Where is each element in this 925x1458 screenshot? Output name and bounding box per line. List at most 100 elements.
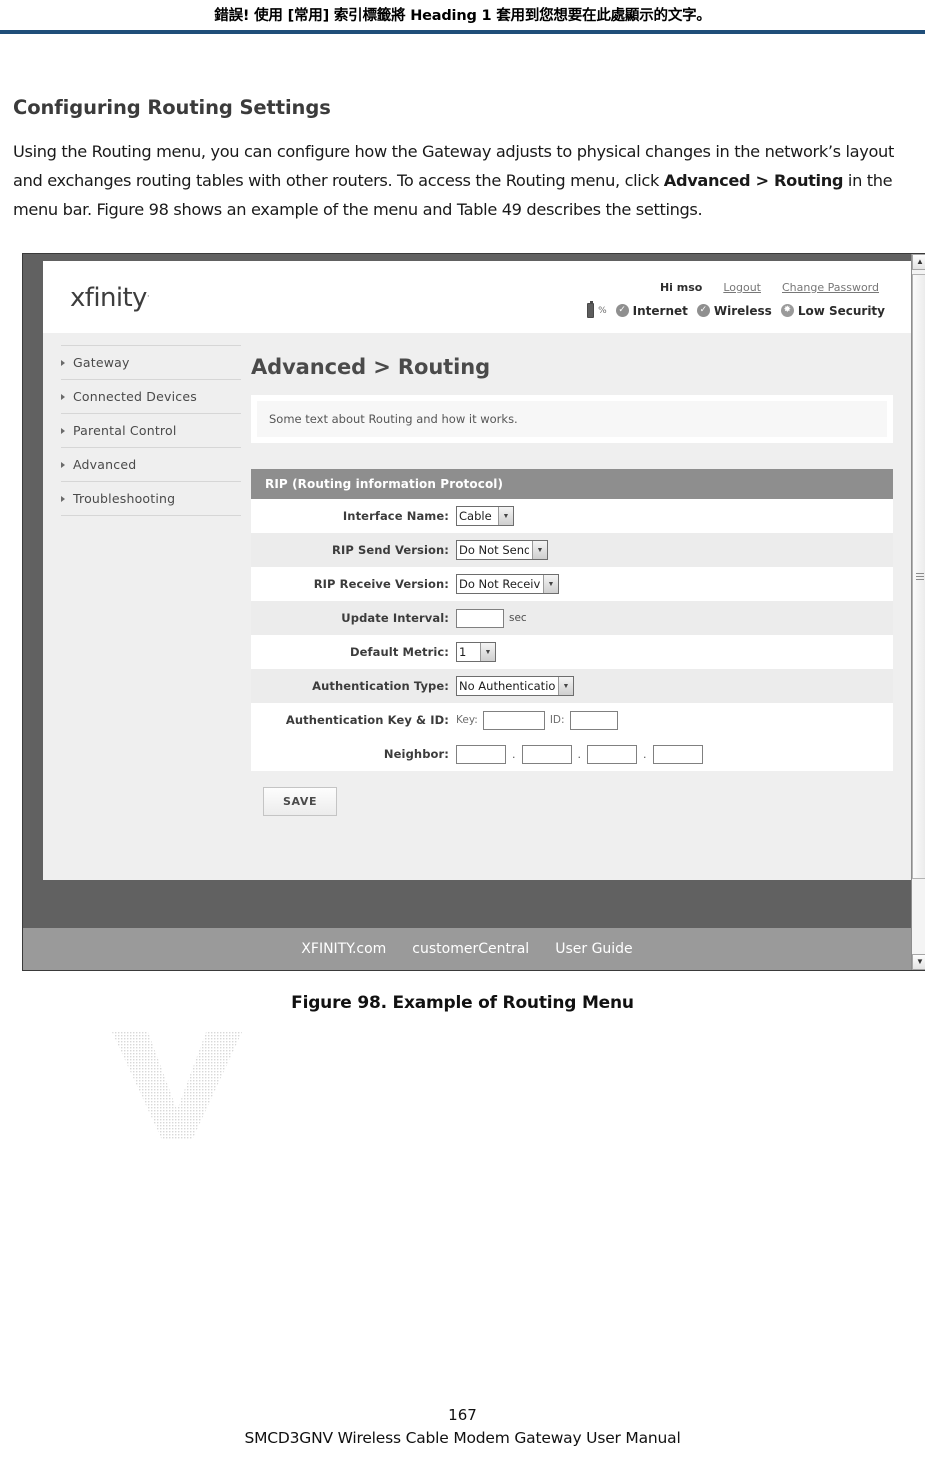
chevron-right-icon bbox=[61, 359, 65, 366]
account-links: Hi mso Logout Change Password bbox=[660, 281, 879, 294]
battery-icon bbox=[587, 301, 595, 318]
chevron-right-icon bbox=[61, 393, 65, 400]
footer-link-user-guide[interactable]: User Guide bbox=[555, 941, 632, 957]
field-label: Update Interval: bbox=[341, 611, 449, 625]
sidebar-item-label: Advanced bbox=[73, 457, 137, 472]
status-wireless-label: Wireless bbox=[713, 303, 772, 318]
form-row-update-interval: Update Interval: sec bbox=[251, 601, 893, 635]
description-text: Some text about Routing and how it works… bbox=[257, 401, 887, 437]
save-button[interactable]: SAVE bbox=[263, 787, 338, 816]
paragraph-bold-path: Advanced > Routing bbox=[663, 171, 844, 190]
status-security: ✸ Low Security bbox=[780, 303, 885, 318]
running-header: 錯誤! 使用 [常用] 索引標籤將 Heading 1 套用到您想要在此處顯示的… bbox=[0, 0, 925, 34]
field-label: Default Metric: bbox=[349, 645, 449, 659]
warning-circle-icon: ✸ bbox=[780, 304, 794, 317]
sidebar-item-troubleshooting[interactable]: Troubleshooting bbox=[61, 482, 241, 516]
status-security-label: Low Security bbox=[797, 303, 885, 318]
sidebar-item-advanced[interactable]: Advanced bbox=[61, 448, 241, 482]
logo-text: xfinity bbox=[70, 283, 147, 313]
footer-link-customer-central[interactable]: customerCentral bbox=[412, 941, 529, 957]
field-control: 1 ▼ bbox=[456, 642, 496, 662]
field-control: . . . bbox=[456, 744, 703, 764]
form-row-rip-receive-version: RIP Receive Version: Do Not Receive ▼ bbox=[251, 567, 893, 601]
save-zone: SAVE bbox=[251, 771, 893, 826]
sidebar: Gateway Connected Devices Parental Contr… bbox=[61, 345, 241, 516]
status-internet-label: Internet bbox=[632, 303, 688, 318]
sidebar-item-label: Gateway bbox=[73, 355, 130, 370]
xfinity-logo: xfinity. bbox=[70, 283, 150, 313]
field-control: Key: ID: bbox=[456, 710, 618, 730]
octet-separator: . bbox=[643, 747, 647, 761]
chevron-right-icon bbox=[61, 427, 65, 434]
logo-trademark: . bbox=[146, 289, 150, 300]
dark-band bbox=[23, 880, 911, 928]
interface-name-select[interactable]: Cable bbox=[456, 506, 514, 526]
figure-routing-menu: ▲ ▼ xfinity. Hi mso Logout Change Passwo… bbox=[22, 253, 925, 971]
chevron-right-icon bbox=[61, 461, 65, 468]
status-battery: % bbox=[587, 301, 607, 318]
battery-percent-label: % bbox=[598, 305, 607, 316]
sidebar-item-label: Parental Control bbox=[73, 423, 177, 438]
scrollbar-track[interactable] bbox=[912, 270, 925, 954]
header-rule bbox=[0, 30, 925, 34]
sidebar-item-connected-devices[interactable]: Connected Devices bbox=[61, 380, 241, 414]
sidebar-item-parental-control[interactable]: Parental Control bbox=[61, 414, 241, 448]
rip-panel-header: RIP (Routing information Protocol) bbox=[251, 469, 893, 499]
main-content: Advanced > Routing Some text about Routi… bbox=[251, 341, 893, 826]
rip-send-version-select-wrap[interactable]: Do Not Send ▼ bbox=[456, 540, 548, 560]
neighbor-octet-1-input[interactable] bbox=[456, 744, 506, 764]
form-row-neighbor: Neighbor: . . . bbox=[251, 737, 893, 771]
neighbor-octet-3-input[interactable] bbox=[587, 744, 637, 764]
scroll-down-arrow-icon[interactable]: ▼ bbox=[912, 954, 925, 970]
change-password-link[interactable]: Change Password bbox=[782, 281, 879, 294]
field-label: Interface Name: bbox=[342, 509, 449, 523]
neighbor-octet-2-input[interactable] bbox=[521, 744, 572, 764]
scroll-up-arrow-icon[interactable]: ▲ bbox=[912, 254, 925, 270]
rip-send-version-select[interactable]: Do Not Send bbox=[456, 540, 548, 560]
scrollbar-thumb[interactable] bbox=[912, 274, 925, 879]
manual-title: SMCD3GNV Wireless Cable Modem Gateway Us… bbox=[244, 1429, 681, 1447]
neighbor-octet-4-input[interactable] bbox=[652, 744, 703, 764]
site-footer: XFINITY.com customerCentral User Guide bbox=[23, 928, 911, 970]
octet-separator: . bbox=[577, 747, 582, 761]
field-control: Do Not Send ▼ bbox=[456, 540, 548, 560]
authentication-type-select-wrap[interactable]: No Authentication ▼ bbox=[456, 676, 574, 696]
sidebar-item-gateway[interactable]: Gateway bbox=[61, 345, 241, 380]
auth-key-input[interactable] bbox=[482, 710, 545, 730]
scrollbar-grip-icon bbox=[916, 576, 924, 577]
logout-link[interactable]: Logout bbox=[723, 281, 761, 294]
default-metric-select[interactable]: 1 bbox=[456, 642, 496, 662]
status-wireless: ✓ Wireless bbox=[696, 303, 772, 318]
figure-caption: Figure 98. Example of Routing Menu bbox=[291, 993, 634, 1013]
brand-bar: xfinity. Hi mso Logout Change Password % bbox=[43, 261, 911, 333]
field-control: No Authentication ▼ bbox=[456, 676, 574, 696]
browser-screenshot: ▲ ▼ xfinity. Hi mso Logout Change Passwo… bbox=[22, 253, 925, 971]
sidebar-item-label: Troubleshooting bbox=[73, 491, 176, 506]
key-sublabel: Key: bbox=[456, 714, 478, 726]
rip-receive-version-select[interactable]: Do Not Receive bbox=[456, 574, 559, 594]
field-control: Do Not Receive ▼ bbox=[456, 574, 559, 594]
auth-id-input[interactable] bbox=[569, 710, 618, 730]
footer-link-xfinity-com[interactable]: XFINITY.com bbox=[301, 941, 386, 957]
page-title: Configuring Routing Settings bbox=[13, 96, 331, 119]
intro-paragraph: Using the Routing menu, you can configur… bbox=[13, 137, 918, 224]
page-footer: 167 SMCD3GNV Wireless Cable Modem Gatewa… bbox=[0, 1404, 925, 1450]
running-header-text: 錯誤! 使用 [常用] 索引標籤將 Heading 1 套用到您想要在此處顯示的… bbox=[214, 8, 711, 24]
octet-separator: . bbox=[512, 747, 516, 761]
check-circle-icon: ✓ bbox=[696, 304, 710, 317]
field-label: RIP Send Version: bbox=[332, 543, 449, 557]
vertical-scrollbar[interactable]: ▲ ▼ bbox=[911, 254, 925, 970]
description-box: Some text about Routing and how it works… bbox=[251, 395, 893, 443]
chevron-right-icon bbox=[61, 495, 65, 502]
check-circle-icon: ✓ bbox=[615, 304, 629, 317]
breadcrumb-title: Advanced > Routing bbox=[251, 355, 491, 379]
default-metric-select-wrap[interactable]: 1 ▼ bbox=[456, 642, 496, 662]
rip-receive-version-select-wrap[interactable]: Do Not Receive ▼ bbox=[456, 574, 559, 594]
update-interval-input[interactable] bbox=[456, 608, 504, 628]
field-control: Cable ▼ bbox=[456, 506, 514, 526]
authentication-type-select[interactable]: No Authentication bbox=[456, 676, 574, 696]
form-row-rip-send-version: RIP Send Version: Do Not Send ▼ bbox=[251, 533, 893, 567]
interface-name-select-wrap[interactable]: Cable ▼ bbox=[456, 506, 514, 526]
form-row-authentication-key-id: Authentication Key & ID: Key: ID: bbox=[251, 703, 893, 737]
field-label: RIP Receive Version: bbox=[313, 577, 449, 591]
